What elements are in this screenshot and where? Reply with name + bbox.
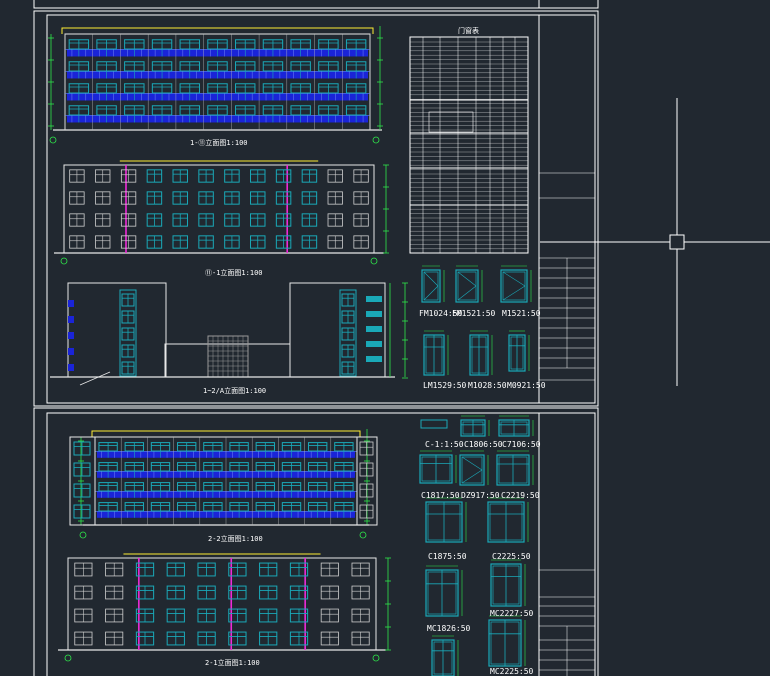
window-label: MC1826:50 (427, 624, 471, 633)
sheet1-elevation-2 (54, 160, 389, 265)
title-block-sheet1 (539, 172, 595, 381)
window-label: C1817:50 (421, 491, 460, 500)
window-label: C1875:50 (428, 552, 467, 561)
sheet-frames (33, 0, 599, 676)
door-label: M1521:50 (502, 309, 541, 318)
sheet2-elevation-2 (58, 553, 391, 662)
elevation-drawings (48, 26, 408, 662)
sheet1-elevation2-caption: ⑪-1立面图1:100 (205, 268, 263, 277)
sheet1-elevation3-caption: 1~2/A立面图1:100 (203, 386, 266, 395)
window-label: DZ917:50 (461, 491, 500, 500)
sheet1-elevation1-caption: 1-⑪立面图1:100 (190, 138, 248, 147)
window-label: MC2225:50 (490, 667, 534, 676)
door-table-title: 门窗表 (458, 26, 479, 35)
window-label: C1806:50 (464, 440, 503, 449)
cad-drawing-canvas[interactable]: 门窗表 1-⑪立面图1:100 ⑪-1立面图1:100 1~2/A立面图1:10… (0, 0, 770, 676)
door-label: M0921:50 (507, 381, 546, 390)
window-label: C-1:1:50 (425, 440, 464, 449)
window-label: C2219:50 (501, 491, 540, 500)
sheet1-elevation-3 (50, 282, 408, 386)
window-label: MC2227:50 (490, 609, 534, 618)
sheet1-elevation-1 (48, 26, 383, 144)
door-label: FM1521:50 (452, 309, 496, 318)
window-label: C2225:50 (492, 552, 531, 561)
door-label: LM1529:50 (423, 381, 467, 390)
window-label: C7106:50 (502, 440, 541, 449)
sheet2-elevation1-caption: 2-2立面图1:100 (208, 534, 263, 543)
crosshair-cursor (540, 98, 770, 386)
title-block-sheet2 (539, 569, 595, 676)
door-window-schedule (409, 36, 529, 254)
sheet2-elevation-1 (78, 429, 370, 539)
sheet2-elevation2-caption: 2-1立面图1:100 (205, 658, 260, 667)
door-label: M1028:50 (468, 381, 507, 390)
